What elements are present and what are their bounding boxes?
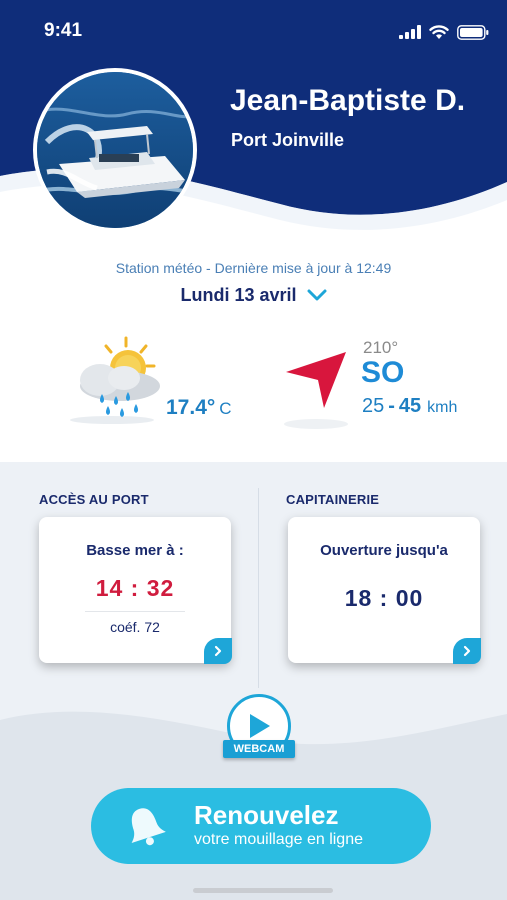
user-name: Jean-Baptiste D. bbox=[230, 84, 466, 117]
play-icon bbox=[250, 714, 270, 738]
renew-mooring-button[interactable]: Renouvelez votre mouillage en ligne bbox=[91, 788, 431, 864]
harbour-office-closing-time: 18 : 00 bbox=[344, 585, 424, 611]
date-label: Lundi 13 avril bbox=[180, 284, 297, 305]
chevron-right-icon bbox=[463, 645, 471, 657]
tide-card-arrow-button[interactable] bbox=[204, 638, 232, 664]
webcam-label: WEBCAM bbox=[223, 740, 295, 758]
home-indicator[interactable] bbox=[193, 888, 333, 893]
section-divider bbox=[258, 488, 259, 688]
wind-speed-unit: kmh bbox=[427, 399, 458, 416]
chevron-down-icon bbox=[307, 289, 327, 301]
renew-subtitle: votre mouillage en ligne bbox=[194, 831, 363, 848]
status-time: 9:41 bbox=[44, 20, 83, 41]
wind-speed-max: 45 bbox=[398, 395, 422, 417]
temperature-value: 17.4° bbox=[166, 396, 216, 419]
wind-direction-arrow-icon bbox=[284, 352, 348, 429]
harbour-office-card[interactable]: Ouverture jusqu'a 18 : 00 bbox=[288, 517, 481, 664]
temperature-unit: C bbox=[219, 399, 232, 418]
wifi-icon bbox=[429, 24, 449, 39]
low-tide-time: 14 : 32 bbox=[95, 575, 175, 601]
weather-station-update: Station météo - Dernière mise à jour à 1… bbox=[115, 260, 392, 276]
bell-icon bbox=[131, 808, 166, 846]
temperature: 17.4° C bbox=[166, 396, 232, 420]
harbour-office-title: CAPITAINERIE bbox=[286, 492, 380, 507]
tide-card-label: Basse mer à : bbox=[86, 542, 184, 559]
tide-card-divider bbox=[85, 611, 185, 612]
tide-coefficient: coéf. 72 bbox=[110, 619, 160, 635]
wind-speed-separator: - bbox=[388, 395, 395, 417]
wind-degrees: 210° bbox=[363, 338, 399, 357]
signal-icon bbox=[399, 25, 421, 39]
user-port: Port Joinville bbox=[231, 130, 345, 150]
boat-photo-icon bbox=[37, 72, 193, 228]
profile-avatar[interactable] bbox=[33, 68, 197, 232]
wind-speed: 25-45 kmh bbox=[362, 395, 457, 418]
sun-cloud-rain-icon bbox=[70, 336, 160, 424]
renew-title: Renouvelez bbox=[194, 800, 339, 830]
battery-icon bbox=[457, 24, 489, 40]
tide-card[interactable]: Basse mer à : 14 : 32 coéf. 72 bbox=[39, 517, 232, 664]
chevron-right-icon bbox=[214, 645, 222, 657]
port-access-title: ACCÈS AU PORT bbox=[39, 492, 149, 507]
harbour-office-card-label: Ouverture jusqu'a bbox=[320, 542, 448, 559]
date-selector[interactable]: Lundi 13 avril bbox=[0, 283, 507, 307]
wind-direction: SO bbox=[361, 356, 405, 389]
wind-speed-min: 25 bbox=[362, 395, 385, 417]
webcam-button[interactable]: WEBCAM bbox=[223, 694, 295, 764]
status-bar: 9:41 bbox=[0, 0, 507, 64]
harbour-office-card-arrow-button[interactable] bbox=[453, 638, 481, 664]
status-icons bbox=[399, 22, 489, 42]
